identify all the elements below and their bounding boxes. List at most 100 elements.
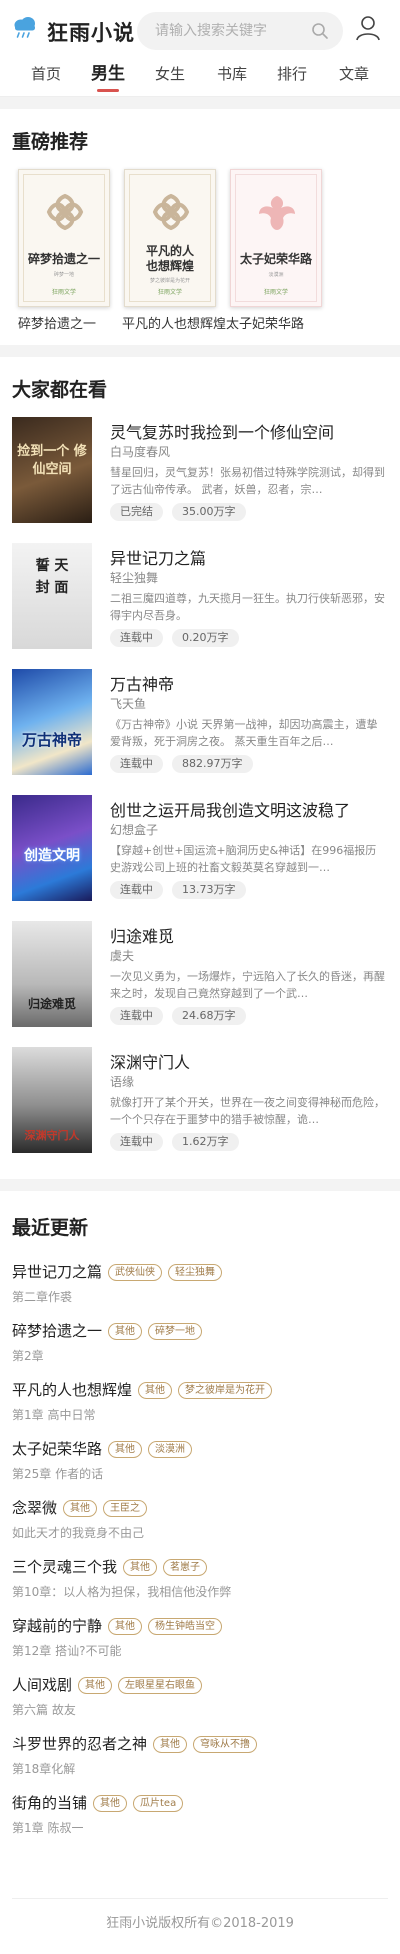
recent-item-title[interactable]: 街角的当铺 其他 瓜片tea (12, 1792, 184, 1813)
book-cover[interactable]: 创造文明 (12, 795, 92, 901)
nav-item-articles[interactable]: 文章 (324, 64, 384, 96)
author-tag[interactable]: 淡漠洲 (148, 1441, 193, 1458)
latest-chapter[interactable]: 如此天才的我竟身不由己 (12, 1524, 144, 1541)
author-tag[interactable]: 茗崽子 (163, 1559, 208, 1576)
category-tag[interactable]: 其他 (153, 1736, 188, 1753)
latest-chapter[interactable]: 第2章 (12, 1347, 44, 1364)
recent-item-title[interactable]: 斗罗世界的忍者之神 其他 穹咏从不撸 (12, 1733, 258, 1754)
latest-chapter[interactable]: 第六篇 故友 (12, 1701, 76, 1718)
author-tag[interactable]: 穹咏从不撸 (193, 1736, 258, 1753)
recent-item[interactable]: 太子妃荣华路 其他 淡漠洲第25章 作者的话 (0, 1434, 400, 1493)
category-tag[interactable]: 其他 (93, 1795, 128, 1812)
recent-item[interactable]: 斗罗世界的忍者之神 其他 穹咏从不撸第18章化解 (0, 1729, 400, 1788)
author-tag[interactable]: 左眼星星右眼鱼 (118, 1677, 203, 1694)
book-title[interactable]: 深渊守门人 (110, 1049, 190, 1073)
book-title[interactable]: 异世记刀之篇 (110, 545, 206, 569)
recent-title-text[interactable]: 三个灵魂三个我 (12, 1558, 117, 1576)
recent-item-title[interactable]: 穿越前的宁静 其他 杨生钟皓当空 (12, 1615, 223, 1636)
recent-title-text[interactable]: 街角的当铺 (12, 1794, 87, 1812)
book-cover[interactable]: 万古神帝 (12, 669, 92, 775)
book-title[interactable]: 归途难觅 (110, 923, 174, 947)
category-tag[interactable]: 其他 (138, 1382, 173, 1399)
latest-chapter[interactable]: 第25章 作者的话 (12, 1465, 103, 1482)
category-tag[interactable]: 其他 (108, 1323, 143, 1340)
category-tag[interactable]: 其他 (63, 1500, 98, 1517)
recent-item[interactable]: 碎梦拾遗之一 其他 碎梦一地第2章 (0, 1316, 400, 1375)
book-cover[interactable]: 深渊守门人 (12, 1047, 92, 1153)
recent-title-text[interactable]: 平凡的人也想辉煌 (12, 1381, 132, 1399)
author-tag[interactable]: 梦之彼岸是为花开 (178, 1382, 273, 1399)
author-tag[interactable]: 轻尘独舞 (168, 1264, 223, 1281)
search-input[interactable] (155, 12, 305, 50)
recent-title-text[interactable]: 穿越前的宁静 (12, 1617, 102, 1635)
site-brand[interactable]: 狂雨小说 (47, 17, 135, 47)
book-cover[interactable]: 归途难觅 (12, 921, 92, 1027)
recent-item[interactable]: 念翠微 其他 王臣之如此天才的我竟身不由己 (0, 1493, 400, 1552)
nav-item-rank[interactable]: 排行 (262, 64, 322, 96)
author-tag[interactable]: 王臣之 (103, 1500, 148, 1517)
book-title[interactable]: 创世之运开局我创造文明这波稳了 (110, 797, 350, 821)
book-item[interactable]: 万古神帝 万古神帝 飞天鱼 《万古神帝》小说 天界第一战神，却因功高震主，遭挚爱… (0, 669, 400, 795)
book-item[interactable]: 创造文明 创世之运开局我创造文明这波稳了 幻想盒子 【穿越+创世+国运流+脑洞历… (0, 795, 400, 921)
recent-item[interactable]: 人间戏剧 其他 左眼星星右眼鱼第六篇 故友 (0, 1670, 400, 1729)
featured-cover[interactable]: 碎梦拾遗之一 碎梦一地 狂雨文学 (18, 169, 110, 307)
recent-title-text[interactable]: 异世记刀之篇 (12, 1263, 102, 1281)
latest-chapter[interactable]: 第12章 搭讪?不可能 (12, 1642, 121, 1659)
recent-item[interactable]: 平凡的人也想辉煌 其他 梦之彼岸是为花开第1章 高中日常 (0, 1375, 400, 1434)
divider (0, 97, 400, 109)
cloud-rain-icon[interactable] (12, 15, 38, 41)
recent-title-text[interactable]: 斗罗世界的忍者之神 (12, 1735, 147, 1753)
category-tag[interactable]: 武侠仙侠 (108, 1264, 163, 1281)
book-description: 彗星回归，灵气复苏！张易初借过特殊学院测试，却得到了远古仙帝传承。 武者，妖兽，… (110, 466, 385, 496)
featured-cover[interactable]: 平凡的人 也想辉煌 梦之彼岸是为花开 狂雨文学 (124, 169, 216, 307)
recent-item-title[interactable]: 异世记刀之篇 武侠仙侠 轻尘独舞 (12, 1261, 223, 1282)
recent-item[interactable]: 异世记刀之篇 武侠仙侠 轻尘独舞第二章作裘 (0, 1257, 400, 1316)
featured-name[interactable]: 碎梦拾遗之一 (18, 313, 96, 332)
author-tag[interactable]: 碎梦一地 (148, 1323, 203, 1340)
search-icon[interactable] (311, 22, 329, 40)
featured-name[interactable]: 太子妃荣华路 (226, 313, 304, 332)
featured-name[interactable]: 平凡的人也想辉煌 (122, 313, 226, 332)
nav-item-home[interactable]: 首页 (16, 64, 76, 96)
divider (0, 345, 400, 357)
category-tag[interactable]: 其他 (78, 1677, 113, 1694)
category-tag[interactable]: 其他 (108, 1618, 143, 1635)
cover-publisher: 狂雨文学 (157, 289, 182, 296)
book-item[interactable]: 捡到一个 修仙空间 灵气复苏时我捡到一个修仙空间 白马度春风 彗星回归，灵气复苏… (0, 417, 400, 543)
nav-active-indicator (97, 89, 119, 92)
book-author: 虞夫 (110, 949, 135, 963)
latest-chapter[interactable]: 第18章化解 (12, 1760, 75, 1777)
book-item[interactable]: 归途难觅 归途难觅 虞夫 一次见义勇为，一场爆炸，宁远陷入了长久的昏迷，再醒来之… (0, 921, 400, 1047)
recent-item[interactable]: 穿越前的宁静 其他 杨生钟皓当空第12章 搭讪?不可能 (0, 1611, 400, 1670)
recent-title-text[interactable]: 念翠微 (12, 1499, 57, 1517)
latest-chapter[interactable]: 第1章 陈叔一 (12, 1819, 83, 1836)
category-tag[interactable]: 其他 (108, 1441, 143, 1458)
recent-item-title[interactable]: 平凡的人也想辉煌 其他 梦之彼岸是为花开 (12, 1379, 273, 1400)
nav-item-female[interactable]: 女生 (140, 64, 200, 96)
recent-item[interactable]: 三个灵魂三个我 其他 茗崽子第10章：以人格为担保，我相信他没作弊 (0, 1552, 400, 1611)
featured-cover[interactable]: 太子妃荣华路 淡漠洲 狂雨文学 (230, 169, 322, 307)
latest-chapter[interactable]: 第10章：以人格为担保，我相信他没作弊 (12, 1583, 231, 1600)
user-icon[interactable] (354, 14, 382, 42)
latest-chapter[interactable]: 第1章 高中日常 (12, 1406, 95, 1423)
recent-title-text[interactable]: 碎梦拾遗之一 (12, 1322, 102, 1340)
book-title[interactable]: 万古神帝 (110, 671, 174, 695)
recent-item-title[interactable]: 太子妃荣华路 其他 淡漠洲 (12, 1438, 193, 1459)
recent-title-text[interactable]: 太子妃荣华路 (12, 1440, 102, 1458)
latest-chapter[interactable]: 第二章作裘 (12, 1288, 72, 1305)
category-tag[interactable]: 其他 (123, 1559, 158, 1576)
recent-item[interactable]: 街角的当铺 其他 瓜片tea 第1章 陈叔一 (0, 1788, 400, 1847)
recent-item-title[interactable]: 人间戏剧 其他 左眼星星右眼鱼 (12, 1674, 203, 1695)
recent-item-title[interactable]: 念翠微 其他 王臣之 (12, 1497, 148, 1518)
book-title[interactable]: 灵气复苏时我捡到一个修仙空间 (110, 419, 334, 443)
author-tag[interactable]: 杨生钟皓当空 (148, 1618, 223, 1635)
book-item[interactable]: 深渊守门人 深渊守门人 语缘 就像打开了某个开关，世界在一夜之间变得神秘而危险，… (0, 1047, 400, 1173)
book-cover[interactable]: 誓 天 封 面 (12, 543, 92, 649)
recent-title-text[interactable]: 人间戏剧 (12, 1676, 72, 1694)
author-tag[interactable]: 瓜片tea (133, 1795, 184, 1812)
nav-item-library[interactable]: 书库 (202, 64, 262, 96)
recent-item-title[interactable]: 碎梦拾遗之一 其他 碎梦一地 (12, 1320, 203, 1341)
book-cover[interactable]: 捡到一个 修仙空间 (12, 417, 92, 523)
recent-item-title[interactable]: 三个灵魂三个我 其他 茗崽子 (12, 1556, 208, 1577)
book-item[interactable]: 誓 天 封 面 异世记刀之篇 轻尘独舞 二祖三魔四道尊，九天揽月一狂生。执刀行侠… (0, 543, 400, 669)
